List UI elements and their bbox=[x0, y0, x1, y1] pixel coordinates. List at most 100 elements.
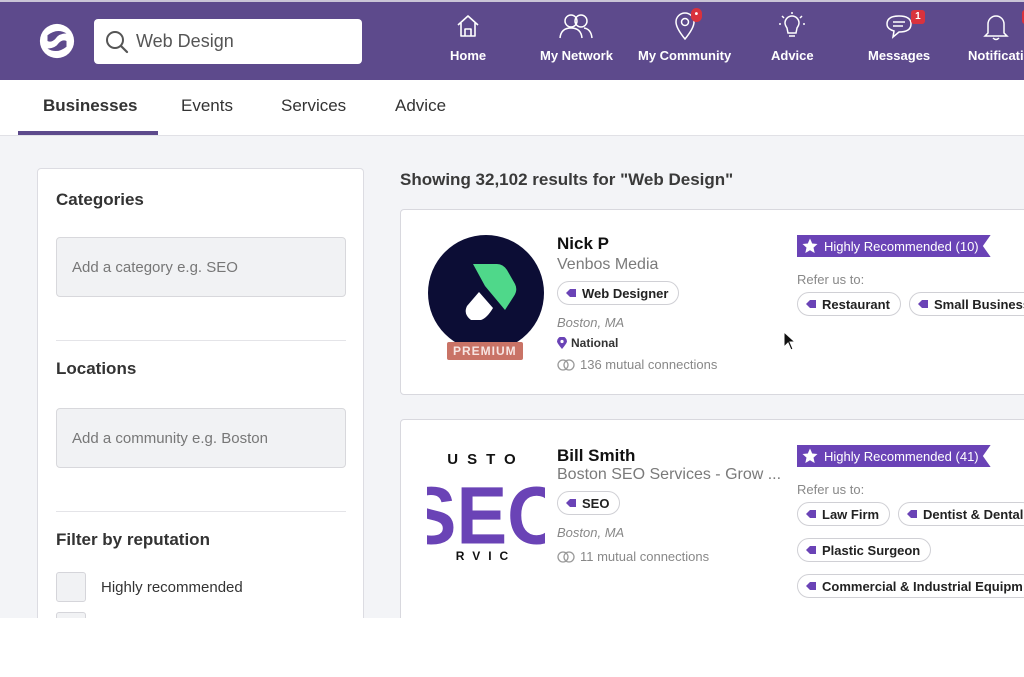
logo-main-text: SEO bbox=[427, 469, 545, 561]
nav-my-network[interactable]: My Network bbox=[540, 10, 613, 74]
tag-icon bbox=[566, 499, 576, 507]
logo-top-text: USTO bbox=[447, 451, 524, 468]
mutual-connections-icon bbox=[557, 550, 575, 563]
category-label: SEO bbox=[582, 495, 610, 511]
tag-icon bbox=[566, 289, 576, 297]
search-icon bbox=[106, 30, 129, 53]
logo-bottom-text: RVIC bbox=[456, 549, 516, 562]
nav-home[interactable]: Home bbox=[450, 10, 486, 74]
venbos-logo-avatar[interactable] bbox=[427, 234, 545, 352]
seo-logo-avatar[interactable]: USTO SEO RVIC bbox=[406, 444, 566, 563]
refer-tag[interactable]: Law Firm bbox=[797, 502, 891, 526]
app-viewport: Home My Network • My Communi bbox=[0, 0, 1024, 618]
tag-icon bbox=[907, 510, 917, 518]
highly-recommended-banner: Highly Recommended (41) bbox=[797, 445, 991, 467]
tab-services[interactable]: Services bbox=[281, 96, 346, 116]
person-name[interactable]: Nick P bbox=[557, 234, 609, 254]
highly-recommended-banner: Highly Recommended (10) bbox=[797, 235, 991, 257]
categories-heading: Categories bbox=[56, 190, 144, 209]
business-card[interactable]: PREMIUM Nick P Venbos Media Web Designer… bbox=[400, 209, 1024, 395]
category-tag[interactable]: SEO bbox=[557, 491, 621, 515]
premium-badge: PREMIUM bbox=[447, 342, 523, 360]
tag-icon bbox=[806, 510, 816, 518]
refer-tag-label: Restaurant bbox=[822, 296, 890, 312]
business-card[interactable]: USTO SEO RVIC Bill Smith Boston SEO Serv… bbox=[400, 419, 1024, 618]
nav-label: Advice bbox=[771, 48, 814, 63]
nav-label: Home bbox=[450, 48, 487, 63]
reputation-heading: Filter by reputation bbox=[56, 530, 210, 549]
nav-advice[interactable]: Advice bbox=[771, 10, 814, 74]
star-icon bbox=[802, 238, 818, 253]
refer-tag-label: Commercial & Industrial Equipm bbox=[822, 578, 1023, 594]
nav-messages[interactable]: 1 Messages bbox=[868, 10, 930, 74]
active-tab-indicator bbox=[18, 131, 158, 135]
community-input[interactable] bbox=[56, 408, 346, 468]
reach-label: National bbox=[571, 336, 619, 350]
highly-recommended-label: Highly recommended bbox=[101, 579, 243, 596]
company-name[interactable]: Boston SEO Services - Grow ... bbox=[557, 466, 781, 484]
chat-icon bbox=[886, 15, 912, 39]
bell-icon bbox=[983, 15, 1009, 41]
category-tag[interactable]: Web Designer bbox=[557, 281, 680, 305]
location-text: Boston, MA bbox=[557, 525, 625, 540]
seo-logo-graphic: USTO SEO RVIC bbox=[406, 451, 566, 563]
locations-heading: Locations bbox=[56, 359, 137, 378]
mutual-connections-label: 11 mutual connections bbox=[580, 549, 710, 564]
refer-tag-label: Dentist & Dental bbox=[923, 506, 1024, 522]
mutual-connections[interactable]: 136 mutual connections bbox=[557, 357, 717, 372]
nav-label: My Network bbox=[540, 48, 613, 63]
results-summary: Showing 32,102 results for "Web Design" bbox=[400, 170, 734, 189]
refer-tag[interactable]: Dentist & Dental bbox=[898, 502, 1024, 526]
refer-label: Refer us to: bbox=[797, 272, 865, 287]
tag-icon bbox=[806, 582, 816, 590]
nav-notifications[interactable]: 2 Notificati bbox=[968, 10, 1024, 74]
refer-tag[interactable]: Restaurant bbox=[797, 292, 901, 316]
person-name[interactable]: Bill Smith bbox=[557, 446, 635, 466]
brand-logo-icon[interactable] bbox=[38, 22, 76, 60]
mouse-cursor-icon bbox=[783, 331, 797, 351]
tag-icon bbox=[806, 300, 816, 308]
nav-label: Notificati bbox=[968, 48, 1024, 63]
mutual-connections-label: 136 mutual connections bbox=[580, 357, 718, 372]
recommendation-label: Highly Recommended (10) bbox=[824, 238, 979, 254]
company-name[interactable]: Venbos Media bbox=[557, 256, 658, 274]
search-input[interactable] bbox=[136, 31, 346, 52]
messages-badge: 1 bbox=[911, 10, 925, 24]
community-badge: • bbox=[690, 8, 703, 22]
people-icon bbox=[559, 14, 594, 39]
reputation-checkbox-2[interactable] bbox=[56, 612, 86, 618]
mutual-connections-icon bbox=[557, 358, 575, 371]
tag-icon bbox=[918, 300, 928, 308]
highly-recommended-checkbox[interactable] bbox=[56, 572, 86, 602]
home-icon bbox=[457, 15, 479, 37]
refer-tag-label: Small Business bbox=[934, 296, 1024, 312]
recommendation-label: Highly Recommended (41) bbox=[824, 448, 979, 464]
nav-label: My Community bbox=[638, 48, 732, 63]
location-text: Boston, MA bbox=[557, 315, 625, 330]
refer-tag-label: Plastic Surgeon bbox=[822, 542, 921, 558]
nav-my-community[interactable]: • My Community bbox=[638, 8, 732, 74]
refer-label: Refer us to: bbox=[797, 482, 865, 497]
mutual-connections[interactable]: 11 mutual connections bbox=[557, 549, 709, 564]
reach-text: National bbox=[557, 336, 618, 350]
map-pin-icon bbox=[557, 337, 567, 349]
divider bbox=[56, 340, 346, 341]
tag-icon bbox=[806, 546, 816, 554]
filters-sidebar: Categories Locations Filter by reputatio… bbox=[37, 168, 364, 618]
category-input[interactable] bbox=[56, 237, 346, 297]
lightbulb-icon bbox=[779, 12, 806, 37]
tab-advice[interactable]: Advice bbox=[395, 96, 446, 116]
tab-events[interactable]: Events bbox=[181, 96, 233, 116]
category-label: Web Designer bbox=[582, 285, 669, 301]
divider bbox=[56, 511, 346, 512]
tab-businesses[interactable]: Businesses bbox=[43, 96, 138, 116]
nav-label: Messages bbox=[868, 48, 931, 63]
result-tabs: Businesses Events Services Advice bbox=[0, 80, 1024, 136]
refer-tag-label: Law Firm bbox=[822, 506, 880, 522]
search-bar[interactable] bbox=[94, 19, 362, 64]
refer-tag[interactable]: Commercial & Industrial Equipm bbox=[797, 574, 1024, 598]
star-icon bbox=[802, 448, 818, 463]
refer-tag[interactable]: Small Business bbox=[909, 292, 1024, 316]
top-navbar: Home My Network • My Communi bbox=[0, 0, 1024, 80]
refer-tag[interactable]: Plastic Surgeon bbox=[797, 538, 932, 562]
